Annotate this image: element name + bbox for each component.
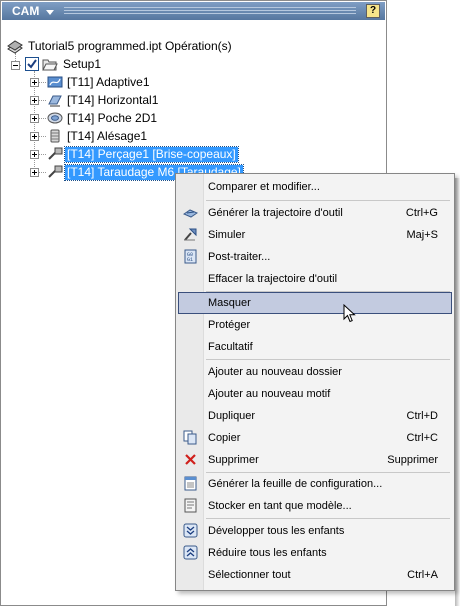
collapse-all-icon bbox=[183, 545, 198, 560]
operation-label: [T14] Poche 2D1 bbox=[67, 111, 158, 125]
tree-setup[interactable]: Setup1 bbox=[1, 56, 381, 74]
drill-icon bbox=[48, 147, 63, 160]
expand-toggle[interactable] bbox=[30, 96, 39, 105]
svg-text:G1: G1 bbox=[187, 257, 193, 263]
menu-item-label: Protéger bbox=[208, 319, 251, 331]
menu-item-label: Développer tous les enfants bbox=[208, 525, 345, 537]
menu-item-shortcut: Maj+S bbox=[406, 229, 439, 241]
adaptive-icon bbox=[47, 76, 63, 88]
mouse-cursor-icon bbox=[343, 304, 356, 323]
menu-item-simulate[interactable]: Simuler Maj+S bbox=[178, 224, 452, 246]
tree-item-operation[interactable]: [T14] Horizontal1 bbox=[1, 92, 381, 110]
generate-toolpath-icon bbox=[183, 209, 198, 218]
menu-item-store-template[interactable]: Stocker en tant que modèle... bbox=[178, 495, 452, 517]
menu-item-expand-all[interactable]: Développer tous les enfants bbox=[178, 520, 452, 542]
menu-item-shortcut: Ctrl+A bbox=[407, 569, 438, 581]
menu-item-copy[interactable]: Copier Ctrl+C bbox=[178, 427, 452, 449]
menu-item-label: Ajouter au nouveau dossier bbox=[208, 366, 342, 378]
menu-item-shortcut: Ctrl+D bbox=[406, 410, 438, 422]
menu-item-label: Réduire tous les enfants bbox=[208, 547, 327, 559]
dropdown-caret-icon[interactable] bbox=[46, 10, 54, 15]
menu-item-shortcut: Ctrl+G bbox=[405, 207, 438, 219]
menu-item-shortcut: Supprimer bbox=[387, 454, 438, 466]
menu-item-clear-toolpath[interactable]: Effacer la trajectoire d'outil bbox=[178, 268, 452, 290]
folder-open-icon bbox=[42, 59, 58, 71]
expand-all-icon bbox=[183, 523, 198, 538]
menu-item-select-all[interactable]: Sélectionner tout Ctrl+A bbox=[178, 564, 452, 586]
menu-item-label: Masquer bbox=[208, 297, 251, 309]
panel-shadow bbox=[455, 178, 460, 606]
tree-root[interactable]: Tutorial5 programmed.ipt Opération(s) bbox=[1, 38, 381, 56]
menu-item-compare[interactable]: Comparer et modifier... bbox=[178, 176, 452, 198]
menu-item-label: Comparer et modifier... bbox=[208, 181, 320, 193]
boring-icon bbox=[50, 129, 60, 143]
menu-item-shortcut: Ctrl+C bbox=[406, 432, 438, 444]
menu-item-label: Copier bbox=[208, 432, 241, 444]
help-icon[interactable]: ? bbox=[366, 4, 380, 18]
operation-label: [T14] Perçage1 [Brise-copeaux] bbox=[64, 146, 239, 163]
tree-item-operation[interactable]: [T11] Adaptive1 bbox=[1, 74, 381, 92]
menu-item-hide[interactable]: Masquer bbox=[178, 292, 452, 314]
expand-toggle[interactable] bbox=[30, 150, 39, 159]
menu-item-label: Simuler bbox=[208, 229, 246, 241]
template-icon bbox=[184, 498, 197, 513]
delete-icon bbox=[185, 454, 196, 465]
copy-icon bbox=[183, 430, 197, 445]
menu-item-label: Ajouter au nouveau motif bbox=[208, 388, 331, 400]
collapse-toggle[interactable] bbox=[11, 61, 20, 70]
expand-toggle[interactable] bbox=[30, 114, 39, 123]
menu-item-delete[interactable]: Supprimer Supprimer bbox=[178, 449, 452, 471]
menu-item-post-process[interactable]: G0 G1 Post-traiter... bbox=[178, 246, 452, 268]
tree-root-label: Tutorial5 programmed.ipt Opération(s) bbox=[28, 39, 232, 53]
menu-separator bbox=[206, 359, 450, 360]
tree-setup-label: Setup1 bbox=[63, 57, 102, 71]
tap-icon bbox=[48, 165, 63, 178]
menu-item-duplicate[interactable]: Dupliquer Ctrl+D bbox=[178, 405, 452, 427]
tree-item-operation[interactable]: [T14] Perçage1 [Brise-copeaux] bbox=[1, 146, 381, 164]
setup-sheet-icon bbox=[184, 476, 197, 491]
post-process-icon: G0 G1 bbox=[184, 249, 197, 264]
menu-item-label: Sélectionner tout bbox=[208, 569, 291, 581]
pocket-icon bbox=[47, 112, 63, 124]
menu-separator bbox=[206, 200, 450, 201]
document-icon bbox=[7, 40, 23, 54]
menu-separator bbox=[206, 518, 450, 519]
menu-item-collapse-all[interactable]: Réduire tous les enfants bbox=[178, 542, 452, 564]
panel-title[interactable]: CAM bbox=[12, 4, 39, 18]
simulate-icon bbox=[184, 228, 197, 241]
panel-header: CAM ? bbox=[2, 2, 385, 20]
panel-grip[interactable] bbox=[64, 7, 356, 16]
context-menu: Comparer et modifier... Générer la traje… bbox=[175, 173, 455, 591]
menu-item-setup-sheet[interactable]: Générer la feuille de configuration... bbox=[178, 473, 452, 495]
menu-item-label: Post-traiter... bbox=[208, 251, 271, 263]
horizontal-icon bbox=[48, 95, 62, 107]
tree-item-operation[interactable]: [T14] Alésage1 bbox=[1, 128, 381, 146]
expand-toggle[interactable] bbox=[30, 78, 39, 87]
menu-item-label: Facultatif bbox=[208, 341, 253, 353]
expand-toggle[interactable] bbox=[30, 132, 39, 141]
menu-item-label: Stocker en tant que modèle... bbox=[208, 500, 352, 512]
menu-item-label: Supprimer bbox=[208, 454, 259, 466]
menu-item-optional[interactable]: Facultatif bbox=[178, 336, 452, 358]
menu-item-label: Générer la trajectoire d'outil bbox=[208, 207, 343, 219]
menu-item-generate[interactable]: Générer la trajectoire d'outil Ctrl+G bbox=[178, 202, 452, 224]
operation-label: [T14] Horizontal1 bbox=[67, 93, 159, 107]
menu-item-label: Dupliquer bbox=[208, 410, 256, 422]
menu-item-label: Générer la feuille de configuration... bbox=[208, 478, 383, 490]
expand-toggle[interactable] bbox=[30, 168, 39, 177]
tree-item-operation[interactable]: [T14] Poche 2D1 bbox=[1, 110, 381, 128]
menu-item-protect[interactable]: Protéger bbox=[178, 314, 452, 336]
menu-item-add-pattern[interactable]: Ajouter au nouveau motif bbox=[178, 383, 452, 405]
checkbox-icon[interactable] bbox=[25, 57, 39, 71]
operation-label: [T14] Alésage1 bbox=[67, 129, 148, 143]
operation-label: [T11] Adaptive1 bbox=[67, 75, 150, 89]
menu-item-add-folder[interactable]: Ajouter au nouveau dossier bbox=[178, 361, 452, 383]
menu-item-label: Effacer la trajectoire d'outil bbox=[208, 273, 338, 285]
